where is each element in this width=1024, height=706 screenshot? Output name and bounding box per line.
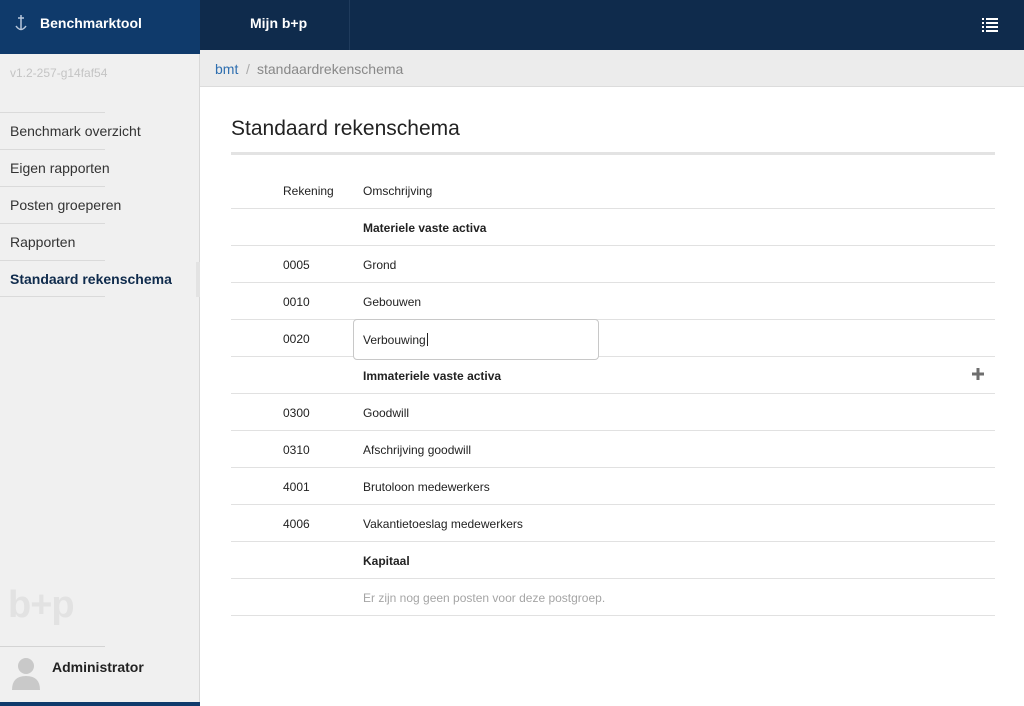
sidebar-bottom-bar: [0, 702, 200, 706]
group-row-materiele-vaste-activa[interactable]: Materiele vaste activa: [231, 209, 995, 246]
breadcrumb-root-link[interactable]: bmt: [215, 61, 238, 77]
table-row[interactable]: 0005 Grond: [231, 246, 995, 283]
version-label: v1.2-257-g14faf54: [10, 66, 108, 80]
group-name: Materiele vaste activa: [363, 221, 487, 235]
sidebar-item-label: Posten groeperen: [10, 197, 122, 213]
empty-group-message: Er zijn nog geen posten voor deze postgr…: [231, 579, 995, 616]
group-row-immateriele-vaste-activa[interactable]: Immateriele vaste activa: [231, 357, 995, 394]
description-edit-value[interactable]: Verbouwing: [363, 333, 428, 347]
account-number: 4006: [283, 517, 310, 531]
group-row-kapitaal[interactable]: Kapitaal: [231, 542, 995, 579]
column-header-omschrijving: Omschrijving: [363, 184, 433, 198]
active-item-marker: [196, 262, 200, 297]
plus-icon[interactable]: [969, 365, 987, 383]
account-description: Brutoloon medewerkers: [363, 480, 490, 494]
account-description: Vakantietoeslag medewerkers: [363, 517, 523, 531]
empty-message-text: Er zijn nog geen posten voor deze postgr…: [363, 591, 606, 605]
sidebar-item-rapporten[interactable]: Rapporten: [0, 223, 105, 260]
rekenschema-table: Rekening Omschrijving Materiele vaste ac…: [231, 172, 995, 616]
account-description: Goodwill: [363, 406, 410, 420]
page-title: Standaard rekenschema: [231, 117, 460, 140]
sidebar-nav: Benchmark overzicht Eigen rapporten Post…: [0, 112, 200, 297]
sidebar-item-label: Rapporten: [10, 234, 76, 250]
account-number: 4001: [283, 480, 310, 494]
account-description: Grond: [363, 258, 397, 272]
column-header-rekening: Rekening: [283, 184, 334, 198]
sidebar-item-label: Benchmark overzicht: [10, 123, 141, 139]
user-divider: [0, 646, 105, 647]
table-row[interactable]: 0010 Gebouwen: [231, 283, 995, 320]
account-description: Afschrijving goodwill: [363, 443, 472, 457]
table-row[interactable]: 4001 Brutoloon medewerkers: [231, 468, 995, 505]
account-number: 0005: [283, 258, 310, 272]
edit-field-text: Verbouwing: [363, 333, 426, 347]
table-row[interactable]: 4006 Vakantietoeslag medewerkers: [231, 505, 995, 542]
sidebar-item-label: Standaard rekenschema: [10, 271, 172, 287]
sidebar: v1.2-257-g14faf54 Benchmark overzicht Ei…: [0, 54, 200, 702]
account-number: 0300: [283, 406, 310, 420]
table-row[interactable]: 0310 Afschrijving goodwill: [231, 431, 995, 468]
anchor-icon: [12, 12, 30, 34]
bp-logo: b+p: [8, 584, 75, 626]
table-header: Rekening Omschrijving: [231, 172, 995, 209]
breadcrumb-separator: /: [246, 61, 250, 77]
account-description: Gebouwen: [363, 295, 422, 309]
description-edit-field[interactable]: Verbouwing: [353, 319, 599, 360]
user-name[interactable]: Administrator: [52, 659, 144, 675]
app-brand[interactable]: Benchmarktool: [0, 0, 200, 54]
account-number: 0310: [283, 443, 310, 457]
sidebar-item-eigen-rapporten[interactable]: Eigen rapporten: [0, 149, 110, 186]
sidebar-item-benchmark-overzicht[interactable]: Benchmark overzicht: [0, 112, 141, 149]
sidebar-item-label: Eigen rapporten: [10, 160, 110, 176]
table-row[interactable]: 0020 Verbouwing: [231, 319, 995, 360]
group-name: Immateriele vaste activa: [363, 369, 502, 383]
account-number: 0010: [283, 295, 310, 309]
user-avatar-icon[interactable]: [10, 654, 42, 690]
breadcrumb-current: standaardrekenschema: [257, 61, 404, 77]
breadcrumb: bmt / standaardrekenschema: [200, 50, 1024, 87]
text-caret: [426, 333, 428, 346]
sidebar-item-standaard-rekenschema[interactable]: Standaard rekenschema: [0, 260, 172, 297]
nav-mijn-bp[interactable]: Mijn b+p: [200, 0, 350, 50]
title-divider: [231, 152, 995, 155]
menu-icon[interactable]: [976, 12, 1004, 38]
nav-mijn-bp-label: Mijn b+p: [250, 15, 308, 31]
sidebar-item-posten-groeperen[interactable]: Posten groeperen: [0, 186, 121, 223]
app-title: Benchmarktool: [40, 15, 142, 31]
group-name: Kapitaal: [363, 554, 410, 568]
table-row[interactable]: 0300 Goodwill: [231, 394, 995, 431]
account-number: 0020: [283, 332, 310, 346]
